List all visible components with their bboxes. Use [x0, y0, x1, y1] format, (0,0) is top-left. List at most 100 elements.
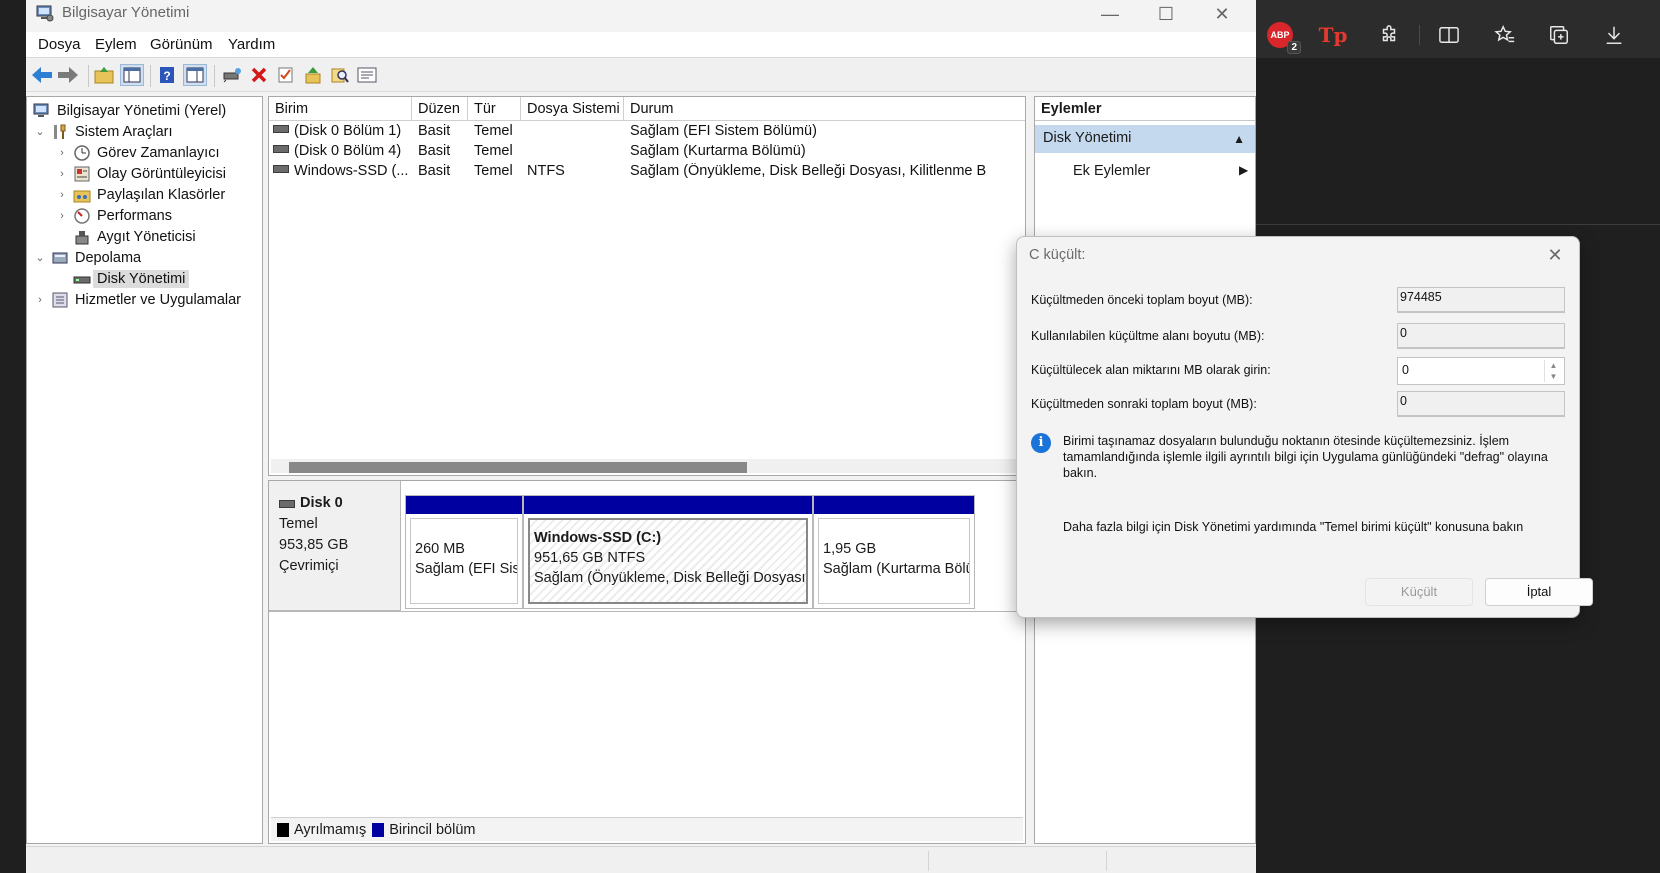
minimize-button[interactable]: — [1088, 2, 1132, 26]
disk-management-icon [73, 276, 91, 283]
tree-item-paylasilan-klasorler[interactable]: › Paylaşılan Klasörler [55, 184, 225, 205]
close-button[interactable]: ✕ [1200, 2, 1244, 26]
browser-toolbar-separator [1419, 25, 1420, 45]
actions-section-label: Disk Yönetimi [1043, 130, 1132, 146]
column-header-duzen[interactable]: Düzen [412, 97, 468, 121]
downloads-icon[interactable] [1597, 18, 1631, 52]
title-bar[interactable]: Bilgisayar Yönetimi — ☐ ✕ [26, 0, 1256, 30]
partition-status: Sağlam (Önyükleme, Disk Belleği Dosyası,… [534, 570, 808, 586]
search-icon[interactable] [328, 64, 352, 86]
dialog-title: C küçült: [1029, 247, 1086, 263]
show-hide-tree-icon[interactable] [120, 64, 144, 86]
actions-section-disk-yonetimi[interactable]: Disk Yönetimi ▲ [1035, 125, 1255, 153]
up-folder-icon[interactable] [92, 64, 116, 86]
partition-windows-ssd[interactable]: Windows-SSD (C:) 951,65 GB NTFS Sağlam (… [523, 495, 813, 609]
menu-dosya[interactable]: Dosya [38, 36, 81, 53]
collections-icon[interactable] [1542, 18, 1576, 52]
menu-gorunum[interactable]: Görünüm [150, 36, 213, 53]
favorites-icon[interactable] [1488, 18, 1522, 52]
maximize-button[interactable]: ☐ [1144, 2, 1188, 26]
collapse-triangle-icon[interactable]: ▲ [1233, 132, 1245, 146]
disk-info-panel[interactable]: Disk 0 Temel 953,85 GB Çevrimiçi [269, 481, 401, 611]
spin-down-icon[interactable]: ▼ [1545, 371, 1562, 382]
tree-root-computer-management[interactable]: Bilgisayar Yönetimi (Yerel) [33, 100, 226, 121]
chevron-down-icon[interactable]: ⌄ [33, 251, 47, 264]
column-header-durum[interactable]: Durum [624, 97, 1025, 121]
tree-item-hizmetler-ve-uygulamalar[interactable]: › Hizmetler ve Uygulamalar [33, 289, 241, 310]
table-row[interactable]: (Disk 0 Bölüm 4) Basit Temel Sağlam (Kur… [269, 143, 1025, 164]
partition-color-band [524, 496, 812, 514]
column-header-tur[interactable]: Tür [468, 97, 521, 121]
shrink-button[interactable]: Küçült [1365, 578, 1473, 606]
info-text-line: Birimi taşınamaz dosyaların bulunduğu no… [1063, 434, 1510, 448]
chevron-right-icon[interactable]: › [55, 168, 69, 180]
tree-item-sistem-araclari[interactable]: ⌄ Sistem Araçları [33, 121, 172, 142]
cell-filesystem: NTFS [527, 163, 565, 179]
chevron-right-icon[interactable]: › [55, 189, 69, 201]
tree-label: Depolama [75, 249, 142, 266]
tree-label: Paylaşılan Klasörler [97, 186, 226, 203]
table-row[interactable]: (Disk 0 Bölüm 1) Basit Temel Sağlam (EFI… [269, 123, 1025, 144]
menu-yardim[interactable]: Yardım [228, 36, 275, 53]
device-manager-icon [75, 230, 89, 244]
properties-icon[interactable] [183, 64, 207, 86]
tree-item-performans[interactable]: › Performans [55, 205, 172, 226]
tree-item-aygit-yoneticisi[interactable]: Aygıt Yöneticisi [55, 226, 196, 247]
disk-type: Temel [279, 516, 318, 532]
chevron-down-icon[interactable]: ⌄ [33, 125, 47, 138]
spin-up-icon[interactable]: ▲ [1545, 360, 1562, 371]
check-icon[interactable] [274, 64, 298, 86]
tree-item-depolama[interactable]: ⌄ Depolama [33, 247, 141, 268]
chevron-right-icon[interactable]: › [33, 294, 47, 306]
label-shrink-amount: Küçültülecek alan miktarını MB olarak gi… [1031, 363, 1271, 377]
field-total-size-after: 0 [1397, 391, 1565, 417]
partition-recovery[interactable]: 1,95 GB Sağlam (Kurtarma Bölü [813, 495, 975, 609]
connect-icon[interactable] [220, 64, 244, 86]
column-header-birim[interactable]: Birim [269, 97, 412, 121]
spin-stepper[interactable]: ▲ ▼ [1544, 360, 1562, 382]
help-text[interactable]: Daha fazla bilgi için Disk Yönetimi yard… [1063, 519, 1523, 535]
import-icon[interactable] [301, 64, 325, 86]
extensions-puzzle-icon[interactable] [1372, 18, 1406, 52]
forward-icon[interactable] [56, 64, 80, 86]
drive-icon [273, 125, 289, 133]
cell-layout: Basit [418, 143, 451, 159]
column-header-dosya-sistemi[interactable]: Dosya Sistemi [521, 97, 624, 121]
split-screen-icon[interactable] [1432, 18, 1466, 52]
partition-size: 1,95 GB [823, 541, 877, 557]
partition-color-band [406, 496, 522, 514]
field-available-shrink: 0 [1397, 323, 1565, 349]
chevron-right-icon[interactable]: › [55, 210, 69, 222]
cancel-button[interactable]: İptal [1485, 578, 1593, 606]
tree-item-gorev-zamanlayici[interactable]: › Görev Zamanlayıcı [55, 142, 219, 163]
info-text: Birimi taşınamaz dosyaların bulunduğu no… [1063, 433, 1548, 481]
adblock-extension-button[interactable]: ABP 2 [1263, 18, 1301, 54]
volume-list: Birim Düzen Tür Dosya Sistemi Durum (Dis… [268, 96, 1026, 476]
svg-text:?: ? [163, 69, 170, 83]
list-icon[interactable] [355, 64, 379, 86]
table-row[interactable]: Windows-SSD (... Basit Temel NTFS Sağlam… [269, 163, 1025, 184]
legend-swatch-primary [372, 822, 385, 837]
adblock-label: ABP [1270, 30, 1290, 40]
cell-volume: Windows-SSD (... [273, 163, 413, 179]
legend-swatch-unallocated [277, 822, 289, 837]
tree-item-disk-yonetimi[interactable]: Disk Yönetimi [55, 268, 190, 289]
menu-eylem[interactable]: Eylem [95, 36, 137, 53]
help-icon[interactable]: ? [155, 64, 179, 86]
delete-icon[interactable] [247, 64, 271, 86]
event-viewer-icon [74, 166, 90, 181]
partition-efi[interactable]: 260 MB Sağlam (EFI Sist [405, 495, 523, 609]
chevron-right-icon[interactable]: › [55, 147, 69, 159]
shrink-amount-input[interactable]: 0 ▲ ▼ [1397, 357, 1565, 385]
partition-color-band [814, 496, 974, 514]
dialog-close-button[interactable]: ✕ [1541, 243, 1569, 267]
horizontal-scrollbar[interactable] [271, 459, 1023, 473]
scrollbar-thumb[interactable] [289, 462, 747, 473]
action-ek-eylemler[interactable]: Ek Eylemler [1073, 163, 1150, 179]
tp-extension-button[interactable]: Tp [1316, 18, 1350, 52]
label-total-size-before: Küçültmeden önceki toplam boyut (MB): [1031, 293, 1253, 307]
disk-icon [279, 499, 295, 508]
back-icon[interactable] [30, 64, 54, 86]
tree-item-olay-goruntuleyicisi[interactable]: › Olay Görüntüleyicisi [55, 163, 226, 184]
partition-body: 1,95 GB Sağlam (Kurtarma Bölü [818, 518, 970, 604]
